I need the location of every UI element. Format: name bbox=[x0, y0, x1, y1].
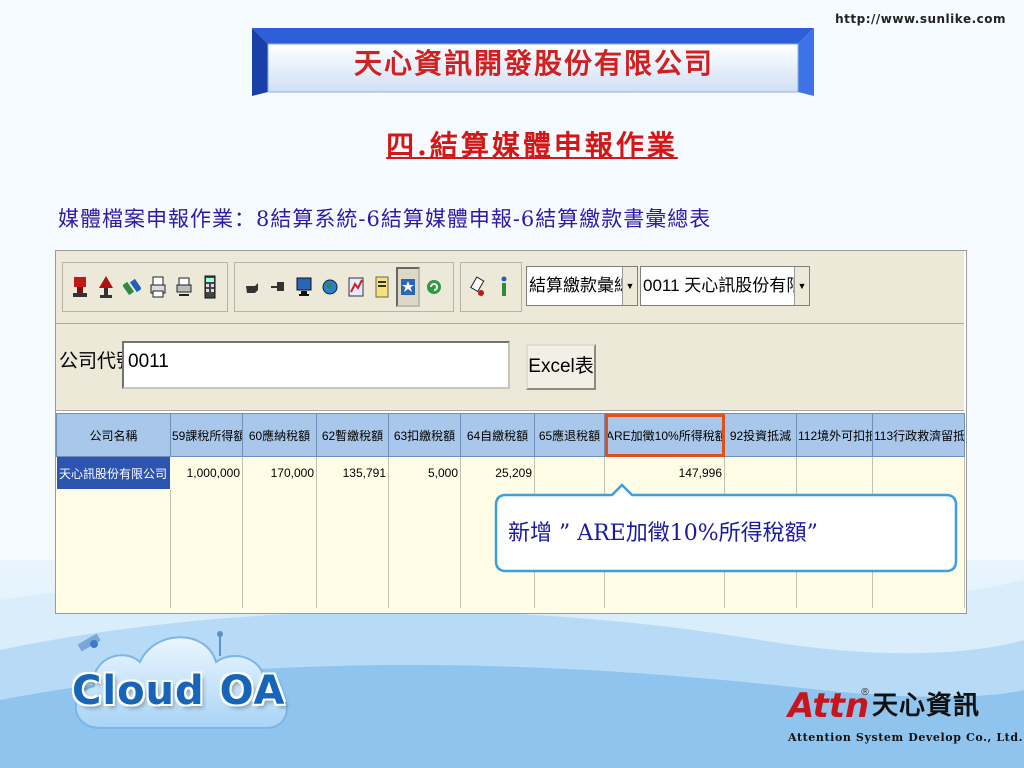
cell-company[interactable]: 天心訊股份有限公司 bbox=[56, 456, 171, 490]
callout-text: 新增 ” ARE加徵10%所得稅額” bbox=[508, 521, 818, 546]
refresh-icon[interactable] bbox=[422, 267, 446, 307]
query-form: 公司代號 0011 Excel表 bbox=[56, 324, 964, 411]
chevron-down-icon[interactable]: ▼ bbox=[794, 267, 809, 305]
toolbar-group-1 bbox=[62, 262, 228, 312]
tree-icon[interactable] bbox=[94, 267, 118, 307]
cell-c59[interactable]: 1,000,000 bbox=[170, 456, 243, 490]
cell-c60[interactable]: 170,000 bbox=[242, 456, 317, 490]
company-select[interactable]: 0011 天心訊股份有限公 ▼ bbox=[640, 266, 810, 306]
toolbar-group-2 bbox=[234, 262, 454, 312]
company-code-input[interactable]: 0011 bbox=[122, 341, 510, 389]
column-header[interactable]: 64自繳稅額 bbox=[460, 413, 535, 457]
toolbar-group-3 bbox=[460, 262, 522, 312]
column-header-are-highlighted[interactable]: ARE加徵10%所得稅額 bbox=[604, 413, 725, 457]
star-badge-icon[interactable] bbox=[396, 267, 420, 307]
cell-c63[interactable]: 5,000 bbox=[388, 456, 461, 490]
banner-title: 天心資訊開發股份有限公司 bbox=[353, 47, 714, 80]
report-type-select[interactable]: 結算繳款彙總 ▼ bbox=[526, 266, 638, 306]
column-header[interactable]: 59課稅所得額 bbox=[170, 413, 243, 457]
column-header[interactable]: 60應納稅額 bbox=[242, 413, 317, 457]
pushpin-icon[interactable] bbox=[266, 267, 290, 307]
cloud-oa-logo-text: Cloud OA bbox=[72, 668, 286, 714]
company-name-zh: 天心資訊 bbox=[872, 691, 981, 721]
column-header[interactable]: 65應退稅額 bbox=[534, 413, 605, 457]
report-type-value: 結算繳款彙總 bbox=[529, 276, 623, 295]
column-header[interactable]: 63扣繳稅額 bbox=[388, 413, 461, 457]
globe-icon[interactable] bbox=[318, 267, 342, 307]
section-title: 四.結算媒體申報作業 bbox=[386, 129, 678, 162]
chevron-down-icon[interactable]: ▼ bbox=[622, 267, 637, 305]
stamp-icon[interactable] bbox=[68, 267, 92, 307]
svg-text:Attn: Attn bbox=[786, 686, 869, 726]
column-header[interactable]: 113行政救濟留抵 bbox=[872, 413, 965, 457]
printer-icon[interactable] bbox=[146, 267, 170, 307]
column-header[interactable]: 公司名稱 bbox=[56, 413, 171, 457]
hand-point-icon[interactable] bbox=[240, 267, 264, 307]
column-header[interactable]: 62暫繳稅額 bbox=[316, 413, 389, 457]
callout-note: 新增 ” ARE加徵10%所得稅額” bbox=[494, 483, 958, 573]
company-name-en: Attention System Develop Co., Ltd. bbox=[788, 731, 1024, 744]
menu-path-text: 媒體檔案申報作業：8結算系統-6結算媒體申報-6結算繳款書彙總表 bbox=[58, 207, 712, 231]
company-banner: 天心資訊開發股份有限公司 bbox=[252, 28, 814, 96]
satellite-icon[interactable] bbox=[120, 267, 144, 307]
antenna-decor-icon bbox=[217, 631, 223, 656]
monitor-icon[interactable] bbox=[292, 267, 316, 307]
document-icon[interactable] bbox=[370, 267, 394, 307]
satellite-decor-icon bbox=[77, 633, 101, 652]
svg-text:®: ® bbox=[860, 687, 870, 698]
cloud-oa-logo: Cloud OA bbox=[60, 610, 320, 760]
cell-c62[interactable]: 135,791 bbox=[316, 456, 389, 490]
printer-alt-icon[interactable] bbox=[172, 267, 196, 307]
calculator-icon[interactable] bbox=[198, 267, 222, 307]
flashlight-icon[interactable] bbox=[466, 267, 490, 307]
toolbar: 結算繳款彙總 ▼ 0011 天心訊股份有限公 ▼ bbox=[56, 251, 964, 324]
company-select-value: 0011 天心訊股份有限公 bbox=[643, 276, 795, 295]
website-url: http://www.sunlike.com bbox=[835, 12, 1006, 26]
company-logo: Attn ® 天心資訊 Attention System Develop Co.… bbox=[786, 683, 1022, 763]
column-header[interactable]: 112境外可扣抵 bbox=[796, 413, 873, 457]
info-icon[interactable] bbox=[492, 267, 516, 307]
column-header[interactable]: 92投資抵減 bbox=[724, 413, 797, 457]
chart-icon[interactable] bbox=[344, 267, 368, 307]
table-header-row: 公司名稱 59課稅所得額 60應納稅額 62暫繳稅額 63扣繳稅額 64自繳稅額… bbox=[56, 413, 965, 457]
attn-logo-icon: Attn ® bbox=[786, 686, 870, 726]
excel-export-button[interactable]: Excel表 bbox=[526, 344, 596, 390]
